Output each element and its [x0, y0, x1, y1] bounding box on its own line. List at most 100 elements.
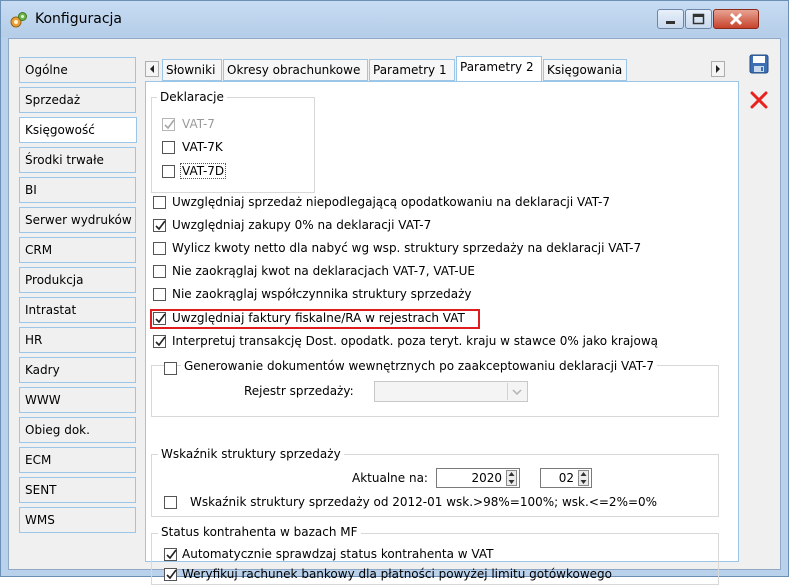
nav-item-www[interactable]: WWW [19, 387, 136, 413]
nav-item-intrastat[interactable]: Intrastat [19, 297, 136, 323]
uwzgledniaj-sprzedaz-checkbox[interactable] [153, 196, 166, 209]
nav-item-bi[interactable]: BI [19, 177, 136, 203]
close-window-button[interactable] [713, 9, 759, 29]
wskaznik-checkbox[interactable] [164, 496, 177, 509]
tab-okresy-obrachunkowe[interactable]: Okresy obrachunkowe [223, 59, 368, 81]
cancel-button[interactable] [748, 89, 770, 111]
faktury-fiskalne-checkbox[interactable] [153, 312, 166, 325]
year-value: 2020 [471, 471, 502, 485]
rejestr-sprzedazy-select[interactable] [374, 381, 528, 402]
minimize-button[interactable] [657, 9, 684, 29]
status-group-title: Status kontrahenta w bazach MF [158, 525, 361, 539]
nav-item-label: BI [25, 183, 37, 197]
vat7d-checkbox[interactable] [162, 165, 175, 178]
maximize-button[interactable] [685, 9, 712, 29]
vat7k-label: VAT-7K [182, 140, 223, 154]
nav-item-srodki-trwale[interactable]: Środki trwałe [19, 147, 136, 173]
tab-label: Słowniki [166, 63, 216, 77]
save-button[interactable] [748, 53, 770, 75]
title-bar[interactable]: Konfiguracja [1, 1, 788, 37]
year-stepper[interactable]: 2020 [436, 468, 520, 488]
nav-item-label: Produkcja [25, 273, 84, 287]
nav-item-label: Ogólne [25, 63, 68, 77]
tab-label: Parametry 2 [460, 60, 534, 74]
nie-zaokraglaj-wspolczynnika-label: Nie zaokrąglaj współczynnika struktury s… [172, 287, 472, 301]
nie-zaokraglaj-kwot-label: Nie zaokrąglaj kwot na deklaracjach VAT-… [172, 264, 475, 278]
tab-scroll-left-button[interactable] [145, 61, 159, 77]
checkmark-icon [164, 119, 175, 130]
chevron-left-icon [150, 65, 154, 73]
wylicz-kwoty-label: Wylicz kwoty netto dla nabyć wg wsp. str… [172, 241, 642, 255]
tab-ksiegowania[interactable]: Księgowania [543, 59, 627, 81]
spin-arrows-icon [508, 472, 515, 484]
nav-item-wms[interactable]: WMS [19, 507, 136, 533]
nav-item-sprzedaz[interactable]: Sprzedaż [19, 87, 136, 113]
year-spin-buttons[interactable] [506, 470, 517, 486]
window-title: Konfiguracja [35, 11, 123, 27]
interpretuj-transakcje-checkbox[interactable] [153, 335, 166, 348]
tab-label: Księgowania [547, 63, 623, 77]
tab-parametry-1[interactable]: Parametry 1 [369, 59, 455, 81]
vat7k-checkbox[interactable] [162, 141, 175, 154]
rejestr-sprzedazy-label: Rejestr sprzedaży: [244, 384, 354, 398]
nav-item-label: SENT [25, 483, 57, 497]
nav-item-label: CRM [25, 243, 53, 257]
tab-label: Okresy obrachunkowe [227, 63, 361, 77]
nav-item-crm[interactable]: CRM [19, 237, 136, 263]
spin-arrows-icon [580, 472, 587, 484]
checkmark-icon [155, 336, 166, 347]
nav-item-ogolne[interactable]: Ogólne [19, 57, 136, 83]
weryfikuj-rachunek-checkbox[interactable] [164, 568, 177, 581]
combo-dropdown-button[interactable] [507, 383, 526, 400]
nav-item-label: Intrastat [25, 303, 77, 317]
parametry-2-panel: Deklaracje VAT-7 VAT-7K VAT-7D Uwzględni… [145, 81, 739, 585]
tab-scroll-right-button[interactable] [711, 61, 725, 77]
nav-item-label: Księgowość [25, 123, 95, 137]
aktualne-na-label: Aktualne na: [352, 471, 428, 485]
close-icon [750, 91, 768, 109]
vat7-label: VAT-7 [182, 117, 215, 131]
nav-item-ksiegowosc[interactable]: Księgowość [19, 117, 137, 143]
month-spin-buttons[interactable] [578, 470, 589, 486]
nav-item-serwer-wydrukow[interactable]: Serwer wydruków [19, 207, 136, 233]
nav-item-produkcja[interactable]: Produkcja [19, 267, 136, 293]
deklaracje-group [151, 97, 315, 193]
nav-item-label: HR [25, 333, 43, 347]
uwzgledniaj-zakupy-checkbox[interactable] [153, 219, 166, 232]
tab-parametry-2[interactable]: Parametry 2 [456, 56, 542, 82]
tab-label: Parametry 1 [373, 63, 447, 77]
nav-item-label: WMS [25, 513, 55, 527]
nav-item-ecm[interactable]: ECM [19, 447, 136, 473]
generowanie-checkbox[interactable] [164, 362, 177, 375]
faktury-fiskalne-label: Uwzględniaj faktury fiskalne/RA w rejest… [172, 311, 465, 325]
automatycznie-sprawdzaj-label: Automatycznie sprawdzaj status kontrahen… [182, 547, 494, 561]
automatycznie-sprawdzaj-checkbox[interactable] [164, 548, 177, 561]
configuration-window: Konfiguracja Ogólne Sprzedaż Księgowość … [0, 0, 789, 585]
deklaracje-group-title: Deklaracje [157, 90, 227, 104]
generowanie-label: Generowanie dokumentów wewnętrznych po z… [181, 359, 657, 373]
month-value: 02 [558, 471, 574, 485]
tab-slowniki[interactable]: Słowniki [162, 59, 222, 81]
nie-zaokraglaj-kwot-checkbox[interactable] [153, 265, 166, 278]
checkmark-icon [166, 569, 177, 580]
maximize-icon [692, 13, 705, 25]
checkmark-icon [166, 549, 177, 560]
nav-item-obieg-dok[interactable]: Obieg dok. [19, 417, 136, 443]
nav-item-label: Środki trwałe [25, 153, 104, 167]
chevron-down-icon [512, 389, 522, 396]
vat7-checkbox[interactable] [162, 118, 175, 131]
app-icon [10, 12, 27, 28]
nav-item-hr[interactable]: HR [19, 327, 136, 353]
wylicz-kwoty-checkbox[interactable] [153, 242, 166, 255]
nie-zaokraglaj-wspolczynnika-checkbox[interactable] [153, 288, 166, 301]
nav-item-kadry[interactable]: Kadry [19, 357, 136, 383]
nav-item-sent[interactable]: SENT [19, 477, 136, 503]
uwzgledniaj-sprzedaz-label: Uwzględniaj sprzedaż niepodlegającą opod… [172, 195, 610, 209]
wskaznik-checkbox-label: Wskaźnik struktury sprzedaży od 2012-01 … [190, 495, 658, 509]
nav-item-label: Sprzedaż [25, 93, 81, 107]
month-stepper[interactable]: 02 [540, 468, 592, 488]
nav-item-label: Obieg dok. [25, 423, 90, 437]
checkmark-icon [155, 313, 166, 324]
minimize-icon [666, 21, 675, 24]
wskaznik-group-title: Wskaźnik struktury sprzedaży [158, 447, 344, 461]
